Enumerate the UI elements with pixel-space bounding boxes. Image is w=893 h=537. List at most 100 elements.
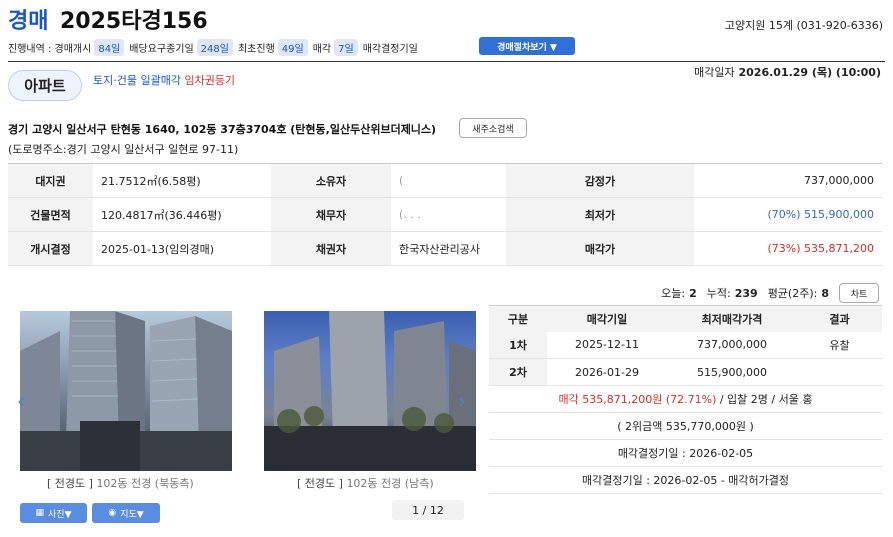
tag-bulk-sale: 토지·건물 일괄매각 bbox=[93, 74, 181, 87]
tag-lease-registration: 임차권등기 bbox=[184, 74, 236, 87]
photo-menu-button[interactable]: ▦ 사진▼ bbox=[20, 503, 87, 523]
progress-days-badge: 248일 bbox=[196, 38, 233, 56]
sold-price: 매각 535,871,200원 (72.71%) bbox=[558, 393, 717, 406]
today-count: 2 bbox=[689, 286, 697, 300]
result-cell: 유찰 bbox=[797, 331, 882, 359]
total-count: 239 bbox=[734, 286, 758, 300]
progress-label: 매각결정기일 bbox=[362, 43, 418, 55]
info-value: 21.7512㎡(6.58평) bbox=[93, 163, 271, 198]
progress-days-badge: 49일 bbox=[277, 38, 308, 56]
table-row: 매각 535,871,200원 (72.71%) / 입찰 2명 / 서울 홍 bbox=[489, 385, 882, 413]
property-photo-south[interactable] bbox=[264, 311, 476, 471]
info-header: 매각가 bbox=[506, 231, 694, 266]
col-header: 매각기일 bbox=[547, 305, 667, 332]
auction-procedure-button[interactable]: 경매절차보기 ▼ bbox=[479, 37, 575, 55]
second-bid-cell: ( 2위금액 535,770,000원 ) bbox=[489, 412, 882, 440]
prev-photo-arrow-icon[interactable]: ‹ bbox=[17, 389, 25, 413]
table-row: 2차 2026-01-29 515,900,000 bbox=[489, 358, 882, 386]
table-row: 매각결정기일 : 2026-02-05 - 매각허가결정 bbox=[489, 466, 882, 494]
minimum-price: (70%) 515,900,000 bbox=[694, 197, 882, 232]
photo-menu-label: 사진▼ bbox=[48, 509, 72, 520]
table-row: 1차 2025-12-11 737,000,000 유찰 bbox=[489, 331, 882, 359]
building-photo-graphic bbox=[20, 311, 232, 471]
progress-prefix: 진행내역 : 경매개시 bbox=[8, 43, 92, 55]
map-pin-icon: ◉ bbox=[108, 508, 117, 518]
property-photo-northeast[interactable] bbox=[20, 311, 232, 471]
auction-history-table: 구분 매각기일 최저매각가격 결과 1차 2025-12-11 737,000,… bbox=[489, 305, 882, 494]
table-row: 매각결정기일 : 2026-02-05 bbox=[489, 439, 882, 467]
avg-label: 평균(2주): bbox=[767, 287, 818, 300]
caption-description: 102동 전경 (남측) bbox=[346, 477, 434, 490]
photo-caption: [ 전경도 ] 102동 전경 (북동측) bbox=[47, 475, 194, 491]
col-header: 구분 bbox=[489, 305, 547, 332]
court-info: 고양지원 15계 (031-920-6336) bbox=[724, 19, 883, 32]
chart-button[interactable]: 차트 bbox=[839, 283, 879, 303]
table-row: 개시결정 2025-01-13(임의경매) 채권자 한국자산관리공사 매각가 (… bbox=[8, 231, 882, 266]
info-header: 최저가 bbox=[506, 197, 694, 232]
avg-count: 8 bbox=[821, 286, 829, 300]
property-info-table: 대지권 21.7512㎡(6.58평) 소유자 ( 감정가 737,000,00… bbox=[8, 163, 882, 266]
col-header: 최저매각가격 bbox=[667, 305, 797, 332]
header-divider bbox=[8, 61, 885, 62]
sale-date: 매각일자 2026.01.29 (목) (10:00) bbox=[694, 64, 881, 80]
progress-days-badge: 7일 bbox=[334, 38, 358, 56]
auction-type-title: 경매 bbox=[8, 9, 49, 34]
info-header: 채무자 bbox=[271, 197, 391, 232]
date-cell: 2025-12-11 bbox=[547, 331, 667, 359]
info-header: 감정가 bbox=[506, 163, 694, 198]
table-row: 건물면적 120.4817㎡(36.446평) 채무자 (. . . 최저가 (… bbox=[8, 197, 882, 232]
photo-caption: [ 전경도 ] 102동 전경 (남측) bbox=[297, 475, 434, 491]
caption-category: [ 전경도 ] bbox=[297, 477, 343, 490]
property-type-badge: 아파트 bbox=[8, 70, 82, 101]
progress-label: 배당요구종기일 bbox=[129, 43, 194, 55]
decision-date-cell: 매각결정기일 : 2026-02-05 bbox=[489, 439, 882, 467]
price-cell: 515,900,000 bbox=[667, 358, 797, 386]
progress-days-badge: 84일 bbox=[94, 38, 125, 56]
col-header: 결과 bbox=[797, 305, 882, 332]
new-address-search-button[interactable]: 새주소검색 bbox=[459, 118, 527, 138]
info-value: ( bbox=[391, 163, 506, 198]
map-menu-label: 지도▼ bbox=[120, 509, 144, 520]
caption-description: 102동 전경 (북동측) bbox=[96, 477, 194, 490]
total-label: 누적: bbox=[706, 287, 731, 300]
info-header: 소유자 bbox=[271, 163, 391, 198]
info-value: 한국자산관리공사 bbox=[391, 231, 506, 266]
info-header: 채권자 bbox=[271, 231, 391, 266]
info-value: (. . . bbox=[391, 197, 506, 232]
today-label: 오늘: bbox=[661, 287, 686, 300]
result-cell bbox=[797, 358, 882, 386]
progress-label: 매각 bbox=[312, 43, 332, 55]
next-photo-arrow-icon[interactable]: › bbox=[458, 389, 466, 413]
info-header: 개시결정 bbox=[8, 231, 93, 266]
info-header: 대지권 bbox=[8, 163, 93, 198]
photo-pager[interactable]: 1 / 12 bbox=[392, 500, 464, 520]
round-cell: 1차 bbox=[489, 331, 547, 359]
info-value: 120.4817㎡(36.446평) bbox=[93, 197, 271, 232]
info-value: 2025-01-13(임의경매) bbox=[93, 231, 271, 266]
building-photo-graphic bbox=[264, 311, 476, 471]
map-menu-button[interactable]: ◉ 지도▼ bbox=[92, 503, 160, 523]
property-tags: 토지·건물 일괄매각 임차권등기 bbox=[93, 72, 235, 88]
appraisal-price: 737,000,000 bbox=[694, 163, 882, 198]
sale-date-label: 매각일자 bbox=[694, 66, 735, 79]
date-cell: 2026-01-29 bbox=[547, 358, 667, 386]
grid-icon: ▦ bbox=[35, 508, 45, 518]
table-header-row: 구분 매각기일 최저매각가격 결과 bbox=[489, 305, 882, 332]
table-row: ( 2위금액 535,770,000원 ) bbox=[489, 412, 882, 440]
sale-date-value: 2026.01.29 (목) (10:00) bbox=[738, 66, 882, 79]
progress-label: 최초진행 bbox=[237, 43, 275, 55]
sold-details: / 입찰 2명 / 서울 홍 bbox=[716, 393, 813, 406]
info-header: 건물면적 bbox=[8, 197, 93, 232]
case-number-title: 2025타경156 bbox=[60, 9, 208, 34]
property-address: 경기 고양시 일산서구 탄현동 1640, 102동 37층3704호 (탄현동… bbox=[8, 123, 437, 136]
progress-timeline: 진행내역 : 경매개시 84일 배당요구종기일 248일 최초진행 49일 매각… bbox=[8, 38, 418, 56]
price-cell: 737,000,000 bbox=[667, 331, 797, 359]
sale-price: (73%) 535,871,200 bbox=[694, 231, 882, 266]
sold-result-cell: 매각 535,871,200원 (72.71%) / 입찰 2명 / 서울 홍 bbox=[489, 385, 882, 413]
decision-result-cell: 매각결정기일 : 2026-02-05 - 매각허가결정 bbox=[489, 466, 882, 494]
table-row: 대지권 21.7512㎡(6.58평) 소유자 ( 감정가 737,000,00… bbox=[8, 163, 882, 198]
round-cell: 2차 bbox=[489, 358, 547, 386]
caption-category: [ 전경도 ] bbox=[47, 477, 93, 490]
view-counter: 오늘: 2 누적: 239 평균(2주): 8 차트 bbox=[661, 283, 879, 303]
road-address: (도로명주소:경기 고양시 일산서구 일현로 97-11) bbox=[8, 143, 239, 156]
